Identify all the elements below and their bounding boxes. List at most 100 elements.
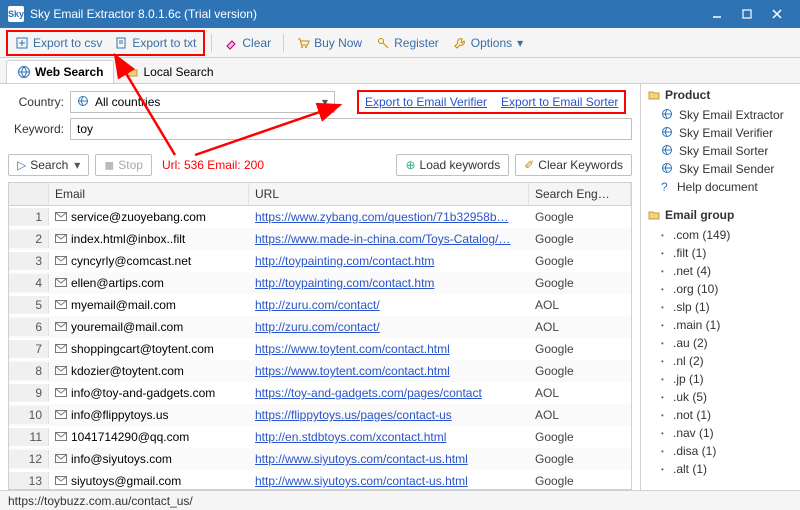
email-group-header[interactable]: Email group <box>647 208 794 222</box>
buy-button[interactable]: Buy Now <box>290 33 368 53</box>
email-cell: shoppingcart@toytent.com <box>49 340 249 358</box>
table-row[interactable]: 1 service@zuoyebang.com https://www.zyba… <box>9 206 631 228</box>
table-row[interactable]: 13 siyutoys@gmail.com http://www.siyutoy… <box>9 470 631 489</box>
table-row[interactable]: 3 cyncyrly@comcast.net http://toypaintin… <box>9 250 631 272</box>
url-cell[interactable]: https://toy-and-gadgets.com/pages/contac… <box>249 384 529 402</box>
url-cell[interactable]: http://www.siyutoys.com/contact-us.html <box>249 450 529 468</box>
maximize-button[interactable] <box>732 4 762 24</box>
table-row[interactable]: 2 index.html@inbox..filt https://www.mad… <box>9 228 631 250</box>
chevron-down-icon: ▾ <box>74 158 80 172</box>
play-icon: ▷ <box>17 158 26 172</box>
stop-button[interactable]: ◼ Stop <box>95 154 152 176</box>
tab-local-search[interactable]: Local Search <box>114 60 224 83</box>
export-txt-button[interactable]: Export to txt <box>108 33 202 53</box>
load-keywords-button[interactable]: ⊕ Load keywords <box>396 154 509 176</box>
register-label: Register <box>394 36 439 50</box>
product-header[interactable]: Product <box>647 88 794 102</box>
email-group-item[interactable]: •.com (149) <box>647 226 794 244</box>
table-row[interactable]: 11 1041714290@qq.com http://en.stdbtoys.… <box>9 426 631 448</box>
export-csv-icon <box>15 36 29 50</box>
chevron-down-icon: ▾ <box>516 36 524 50</box>
globe-icon <box>661 126 675 140</box>
country-select[interactable]: All countries ▾ <box>70 91 335 113</box>
email-group-item[interactable]: •.au (2) <box>647 334 794 352</box>
email-group-item[interactable]: •.net (4) <box>647 262 794 280</box>
url-cell[interactable]: http://toypainting.com/contact.htm <box>249 274 529 292</box>
export-sorter-link[interactable]: Export to Email Sorter <box>501 95 618 109</box>
clear-keywords-button[interactable]: ✐ Clear Keywords <box>515 154 632 176</box>
keyword-input[interactable]: toy <box>70 118 632 140</box>
row-number: 5 <box>9 296 49 314</box>
options-button[interactable]: Options ▾ <box>447 33 530 53</box>
product-item[interactable]: Sky Email Sender <box>647 160 794 178</box>
col-url-header[interactable]: URL <box>249 183 529 205</box>
register-button[interactable]: Register <box>370 33 445 53</box>
email-group-item[interactable]: •.alt (1) <box>647 460 794 478</box>
product-item[interactable]: ?Help document <box>647 178 794 196</box>
col-email-header[interactable]: Email <box>49 183 249 205</box>
col-engine-header[interactable]: Search Eng… <box>529 183 631 205</box>
url-cell[interactable]: http://www.siyutoys.com/contact-us.html <box>249 472 529 489</box>
table-row[interactable]: 8 kdozier@toytent.com https://www.toyten… <box>9 360 631 382</box>
email-cell: ellen@artips.com <box>49 274 249 292</box>
titlebar: Sky Sky Email Extractor 8.0.1.6c (Trial … <box>0 0 800 28</box>
table-row[interactable]: 4 ellen@artips.com http://toypainting.co… <box>9 272 631 294</box>
email-cell: info@toy-and-gadgets.com <box>49 384 249 402</box>
url-cell[interactable]: https://www.zybang.com/question/71b32958… <box>249 208 529 226</box>
envelope-icon <box>55 322 67 332</box>
email-group-item[interactable]: •.uk (5) <box>647 388 794 406</box>
table-row[interactable]: 10 info@flippytoys.us https://flippytoys… <box>9 404 631 426</box>
url-cell[interactable]: http://zuru.com/contact/ <box>249 318 529 336</box>
url-cell[interactable]: http://toypainting.com/contact.htm <box>249 252 529 270</box>
email-group-item[interactable]: •.not (1) <box>647 406 794 424</box>
email-group-label: .org (10) <box>673 282 718 296</box>
email-group-item[interactable]: •.nl (2) <box>647 352 794 370</box>
email-group-item[interactable]: •.disa (1) <box>647 442 794 460</box>
email-group-item[interactable]: • .org (10) <box>647 280 794 298</box>
url-cell[interactable]: https://www.toytent.com/contact.html <box>249 362 529 380</box>
url-cell[interactable]: http://en.stdbtoys.com/xcontact.html <box>249 428 529 446</box>
email-group-item[interactable]: •.nav (1) <box>647 424 794 442</box>
table-row[interactable]: 12 info@siyutoys.com http://www.siyutoys… <box>9 448 631 470</box>
country-value: All countries <box>95 95 160 109</box>
tab-web-search[interactable]: Web Search <box>6 60 114 83</box>
clear-button[interactable]: Clear <box>218 33 277 53</box>
url-cell[interactable]: https://www.made-in-china.com/Toys-Catal… <box>249 230 529 248</box>
email-group-item[interactable]: •.main (1) <box>647 316 794 334</box>
engine-cell: Google <box>529 450 631 468</box>
envelope-icon <box>55 454 67 464</box>
table-row[interactable]: 5 myemail@mail.com http://zuru.com/conta… <box>9 294 631 316</box>
cart-icon <box>296 36 310 50</box>
globe-icon <box>17 65 31 79</box>
product-item[interactable]: Sky Email Extractor <box>647 106 794 124</box>
email-group-item[interactable]: •.jp (1) <box>647 370 794 388</box>
bullet-icon: • <box>661 339 669 348</box>
export-csv-button[interactable]: Export to csv <box>9 33 108 53</box>
row-number: 12 <box>9 450 49 468</box>
bullet-icon: • <box>661 249 669 258</box>
product-item[interactable]: Sky Email Verifier <box>647 124 794 142</box>
close-button[interactable] <box>762 4 792 24</box>
bullet-icon: • <box>661 357 669 366</box>
table-row[interactable]: 7 shoppingcart@toytent.com https://www.t… <box>9 338 631 360</box>
product-title: Product <box>665 88 710 102</box>
url-cell[interactable]: https://flippytoys.us/pages/contact-us <box>249 406 529 424</box>
search-button[interactable]: ▷ Search ▾ <box>8 154 89 176</box>
row-number: 1 <box>9 208 49 226</box>
table-row[interactable]: 6 youremail@mail.com http://zuru.com/con… <box>9 316 631 338</box>
window-title: Sky Email Extractor 8.0.1.6c (Trial vers… <box>30 7 702 21</box>
minimize-button[interactable] <box>702 4 732 24</box>
options-label: Options <box>471 36 512 50</box>
product-item[interactable]: Sky Email Sorter <box>647 142 794 160</box>
url-cell[interactable]: https://www.toytent.com/contact.html <box>249 340 529 358</box>
table-row[interactable]: 9 info@toy-and-gadgets.com https://toy-a… <box>9 382 631 404</box>
email-group-label: .jp (1) <box>673 372 704 386</box>
bullet-icon: • <box>661 285 669 294</box>
export-verifier-link[interactable]: Export to Email Verifier <box>365 95 487 109</box>
url-cell[interactable]: http://zuru.com/contact/ <box>249 296 529 314</box>
email-group-item[interactable]: •.filt (1) <box>647 244 794 262</box>
grid-body[interactable]: 1 service@zuoyebang.com https://www.zyba… <box>9 206 631 489</box>
row-number: 8 <box>9 362 49 380</box>
tab-local-label: Local Search <box>143 65 213 79</box>
email-group-item[interactable]: •.slp (1) <box>647 298 794 316</box>
